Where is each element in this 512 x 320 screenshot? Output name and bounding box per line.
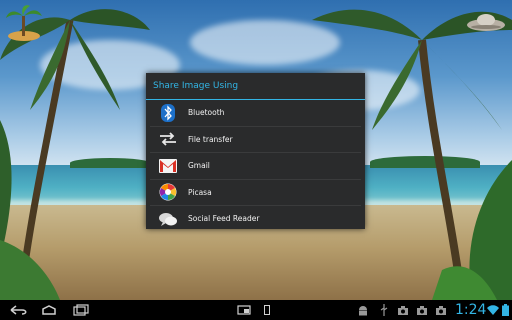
share-option-label: Picasa <box>188 187 212 197</box>
share-option-picasa[interactable]: Picasa <box>150 180 361 206</box>
gmail-icon <box>159 157 177 175</box>
camera-notification-icon[interactable] <box>398 304 408 316</box>
camera-notification-icon[interactable] <box>436 304 446 316</box>
recent-apps-button[interactable] <box>70 302 92 318</box>
ufo-widget-icon[interactable] <box>466 10 506 36</box>
share-dialog: Share Image Using Bluetooth File transfe… <box>146 73 365 229</box>
usb-icon[interactable] <box>380 304 388 316</box>
phone-icon <box>264 305 270 315</box>
share-option-label: Bluetooth <box>188 108 225 118</box>
social-feed-reader-icon <box>159 210 177 228</box>
notification-button[interactable] <box>262 302 272 318</box>
share-option-label: Social Feed Reader <box>188 214 260 224</box>
battery-icon[interactable] <box>502 304 509 316</box>
share-option-label: Gmail <box>188 161 210 171</box>
island-widget-icon[interactable] <box>6 4 42 42</box>
camera-notification-icon[interactable] <box>417 304 427 316</box>
share-option-social-feed-reader[interactable]: Social Feed Reader <box>150 206 361 232</box>
palm-tree-left <box>0 9 150 300</box>
share-option-label: File transfer <box>188 134 233 144</box>
file-transfer-icon <box>159 130 177 148</box>
home-icon <box>42 305 56 315</box>
clock[interactable]: 1:24 <box>455 300 486 320</box>
share-option-bluetooth[interactable]: Bluetooth <box>150 100 361 127</box>
share-option-gmail[interactable]: Gmail <box>150 153 361 180</box>
recent-apps-icon <box>73 304 89 316</box>
back-button[interactable] <box>8 302 30 318</box>
android-icon[interactable] <box>358 304 368 316</box>
bluetooth-icon <box>159 103 177 122</box>
picasa-icon <box>159 183 177 201</box>
system-bar: 1:24 <box>0 300 512 320</box>
share-option-file-transfer[interactable]: File transfer <box>150 127 361 153</box>
wifi-icon[interactable] <box>487 304 499 316</box>
dialog-title: Share Image Using <box>153 81 239 91</box>
screenshot-icon <box>237 305 251 315</box>
home-button[interactable] <box>38 302 60 318</box>
back-icon <box>10 305 27 315</box>
screenshot-button[interactable] <box>236 302 252 318</box>
